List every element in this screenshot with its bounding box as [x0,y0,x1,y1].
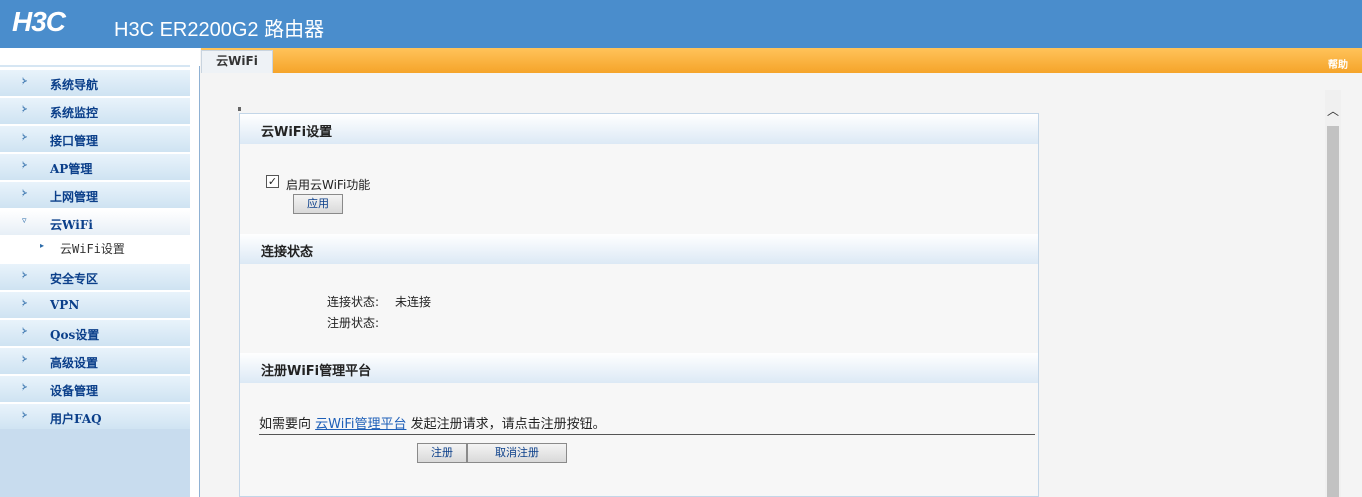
sidebar-item-label: 上网管理 [50,190,99,204]
help-link[interactable]: 帮助 [1328,56,1348,71]
sidebar-divider [0,65,190,67]
expand-arrow-icon: ⦔ [22,160,28,170]
vertical-scrollbar[interactable]: ︿ [1325,90,1341,497]
connection-status-label: 连接状态: [327,295,380,309]
register-instructions: 如需要向 云WiFi管理平台 发起注册请求，请点击注册按钮。 [259,413,606,432]
tab-cloud-wifi[interactable]: 云WiFi [201,50,273,73]
sidebar-item-label: 高级设置 [50,356,99,370]
register-button[interactable]: 注册 [417,443,467,463]
sidebar-item-label: Qos设置 [50,328,100,342]
sidebar-item-label: 安全专区 [50,272,99,286]
registration-status-label: 注册状态: [327,316,380,330]
section-title-register: 注册WiFi管理平台 [240,353,1038,383]
sidebar-item-label: VPN [50,298,80,312]
sidebar-item-label: 设备管理 [50,384,99,398]
sidebar-item-system-nav[interactable]: ⦔ 系统导航 [0,70,190,96]
arrow-right-icon: ▸ [40,241,45,250]
expand-arrow-icon: ⦔ [22,270,28,280]
expand-arrow-icon: ⦔ [22,298,28,308]
sidebar-item-internet-mgmt[interactable]: ⦔ 上网管理 [0,182,190,208]
expand-arrow-icon: ⦔ [22,132,28,142]
sidebar-item-system-monitor[interactable]: ⦔ 系统监控 [0,98,190,124]
enable-cloud-wifi-checkbox[interactable]: ✓ [266,175,279,188]
sidebar-item-security[interactable]: ⦔ 安全专区 [0,264,190,290]
sidebar-item-interface-mgmt[interactable]: ⦔ 接口管理 [0,126,190,152]
expand-arrow-icon: ⦔ [22,104,28,114]
register-text-after: 发起注册请求，请点击注册按钮。 [406,417,606,432]
settings-panel: 云WiFi设置 ✓ 启用云WiFi功能 应用 连接状态 连接状态: 未连接 注册… [239,113,1039,497]
app-title: H3C ER2200G2 路由器 [114,19,325,41]
sidebar-item-label: 系统监控 [50,106,99,120]
scroll-up-icon[interactable]: ︿ [1325,102,1341,122]
expand-arrow-icon: ⦔ [22,354,28,364]
sidebar-item-qos[interactable]: ⦔ Qos设置 [0,320,190,346]
header-bar: H3C H3C ER2200G2 路由器 [0,0,1362,48]
divider [259,434,1035,435]
expand-arrow-icon: ⦔ [22,410,28,420]
sidebar-item-label: AP管理 [50,162,93,176]
tab-bar: 云WiFi 帮助 [201,48,1362,73]
apply-button[interactable]: 应用 [293,194,343,214]
expand-arrow-icon: ⦔ [22,188,28,198]
sidebar-item-user-faq[interactable]: ⦔ 用户FAQ [0,404,190,430]
sidebar-item-label: 云WiFi [50,218,93,232]
cloud-wifi-platform-link[interactable]: 云WiFi管理平台 [315,417,406,432]
sidebar-filler [0,429,190,497]
h3c-logo: H3C [12,6,66,37]
sidebar-subitem-cloud-wifi-settings[interactable]: ▸ 云WiFi设置 [0,235,190,261]
sidebar-item-advanced[interactable]: ⦔ 高级设置 [0,348,190,374]
sidebar-item-label: 系统导航 [50,78,99,92]
expand-arrow-icon: ⦔ [22,76,28,86]
register-text-before: 如需要向 [259,417,316,432]
sidebar-item-cloud-wifi[interactable]: ▿ 云WiFi [0,210,190,236]
section-title-connection: 连接状态 [240,234,1038,264]
sidebar-subitem-label: 云WiFi设置 [60,242,125,256]
connection-status-value: 未连接 [395,295,432,309]
section-title-settings: 云WiFi设置 [240,114,1038,144]
expand-arrow-icon: ⦔ [22,326,28,336]
collapse-arrow-icon: ▿ [22,216,27,226]
sidebar-item-vpn[interactable]: ⦔ VPN [0,292,190,318]
sidebar-item-label: 用户FAQ [50,412,102,426]
sidebar-item-ap-mgmt[interactable]: ⦔ AP管理 [0,154,190,180]
sidebar: ⦔ 系统导航 ⦔ 系统监控 ⦔ 接口管理 ⦔ AP管理 ⦔ 上网管理 ▿ 云Wi… [0,48,200,497]
enable-cloud-wifi-label: 启用云WiFi功能 [286,178,371,192]
unregister-button[interactable]: 取消注册 [467,443,567,463]
expand-arrow-icon: ⦔ [22,382,28,392]
scroll-thumb[interactable] [1327,126,1339,497]
main-content: 云WiFi设置 ✓ 启用云WiFi功能 应用 连接状态 连接状态: 未连接 注册… [201,73,1325,497]
sidebar-item-device-mgmt[interactable]: ⦔ 设备管理 [0,376,190,402]
sidebar-item-label: 接口管理 [50,134,99,148]
